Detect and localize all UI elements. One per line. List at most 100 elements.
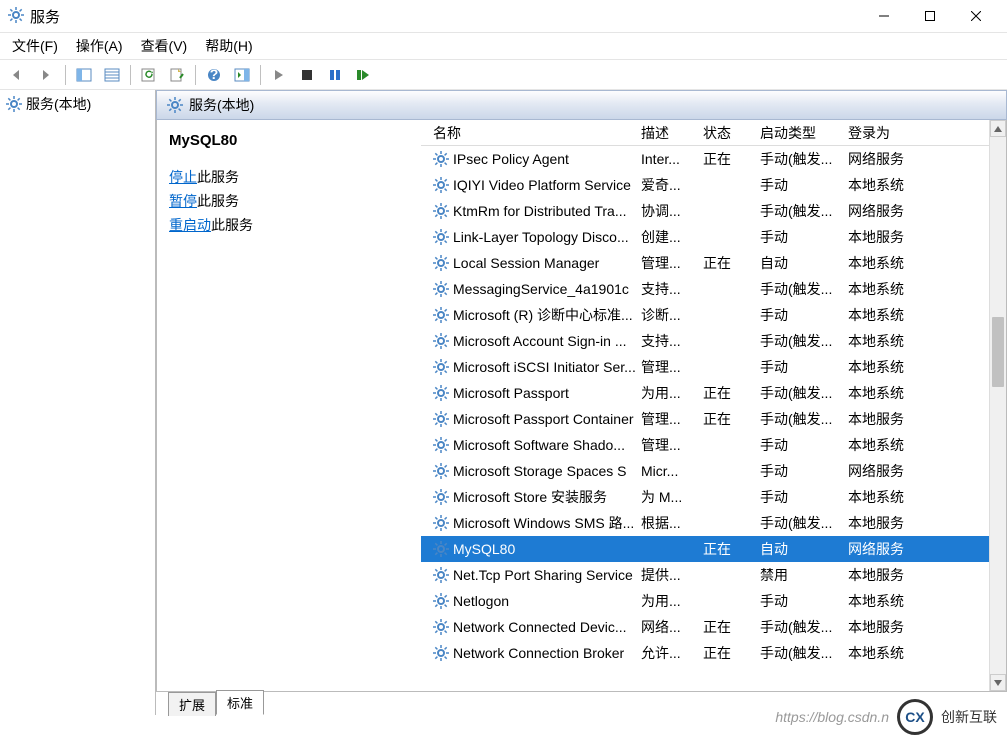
cell-desc: 支持...	[635, 331, 697, 351]
pause-service-button[interactable]	[322, 62, 348, 88]
back-button[interactable]	[6, 62, 32, 88]
grid-header: 名称 描述 状态 启动类型 登录为	[421, 120, 989, 146]
restart-link[interactable]: 重启动	[169, 217, 211, 233]
col-startup[interactable]: 启动类型	[754, 120, 842, 145]
cell-desc: 管理...	[635, 253, 697, 273]
cell-status: 正在	[697, 383, 754, 403]
gear-icon	[433, 177, 449, 193]
cell-startup: 手动	[754, 305, 842, 325]
cell-desc: 创建...	[635, 227, 697, 247]
properties-button[interactable]	[164, 62, 190, 88]
cell-name: IPsec Policy Agent	[453, 151, 569, 167]
menu-file[interactable]: 文件(F)	[12, 36, 58, 56]
cell-logon: 本地系统	[842, 487, 922, 507]
service-row[interactable]: Net.Tcp Port Sharing Service提供...禁用本地服务	[421, 562, 989, 588]
scroll-track[interactable]	[990, 137, 1006, 674]
col-status[interactable]: 状态	[697, 120, 754, 145]
restart-service-button[interactable]	[350, 62, 376, 88]
tab-extended[interactable]: 扩展	[168, 692, 216, 716]
gear-icon	[433, 229, 449, 245]
gear-icon	[433, 203, 449, 219]
gear-icon	[433, 359, 449, 375]
service-row[interactable]: IQIYI Video Platform Service爱奇...手动本地系统	[421, 172, 989, 198]
service-row[interactable]: Network Connection Broker允许...正在手动(触发...…	[421, 640, 989, 666]
menu-help[interactable]: 帮助(H)	[205, 36, 252, 56]
service-row[interactable]: Microsoft Account Sign-in ...支持...手动(触发.…	[421, 328, 989, 354]
refresh-button[interactable]	[136, 62, 162, 88]
col-logon[interactable]: 登录为	[842, 120, 922, 145]
service-row[interactable]: Microsoft Software Shado...管理...手动本地系统	[421, 432, 989, 458]
cell-status: 正在	[697, 409, 754, 429]
service-row[interactable]: Link-Layer Topology Disco...创建...手动本地服务	[421, 224, 989, 250]
cell-status: 正在	[697, 149, 754, 169]
cell-startup: 手动	[754, 487, 842, 507]
pause-link[interactable]: 暂停	[169, 193, 197, 209]
main-area: 服务(本地) 服务(本地) MySQL80 停止此服务 暂停此服务 重启动此服务…	[0, 90, 1007, 715]
scroll-thumb[interactable]	[992, 317, 1004, 387]
titlebar: 服务	[0, 0, 1007, 32]
cell-startup: 手动(触发...	[754, 513, 842, 533]
start-service-button[interactable]	[266, 62, 292, 88]
cell-logon: 本地系统	[842, 643, 922, 663]
gear-icon	[433, 619, 449, 635]
stop-link[interactable]: 停止	[169, 169, 197, 185]
service-row[interactable]: MySQL80正在自动网络服务	[421, 536, 989, 562]
cell-startup: 手动	[754, 357, 842, 377]
gear-icon	[433, 307, 449, 323]
cell-desc: 爱奇...	[635, 175, 697, 195]
cell-logon: 本地系统	[842, 279, 922, 299]
service-row[interactable]: Netlogon为用...手动本地系统	[421, 588, 989, 614]
cell-logon: 本地系统	[842, 305, 922, 325]
grid-body[interactable]: IPsec Policy AgentInter...正在手动(触发...网络服务…	[421, 146, 989, 691]
service-row[interactable]: Microsoft Windows SMS 路...根据...手动(触发...本…	[421, 510, 989, 536]
menu-view[interactable]: 查看(V)	[141, 36, 188, 56]
forward-button[interactable]	[34, 62, 60, 88]
service-row[interactable]: Microsoft (R) 诊断中心标准...诊断...手动本地系统	[421, 302, 989, 328]
service-row[interactable]: IPsec Policy AgentInter...正在手动(触发...网络服务	[421, 146, 989, 172]
cell-name: Microsoft Software Shado...	[453, 437, 625, 453]
maximize-button[interactable]	[907, 0, 953, 32]
content-header: 服务(本地)	[156, 90, 1007, 120]
service-row[interactable]: Microsoft Passport Container管理...正在手动(触发…	[421, 406, 989, 432]
export-list-button[interactable]	[99, 62, 125, 88]
cell-desc: 为用...	[635, 383, 697, 403]
cell-name: Link-Layer Topology Disco...	[453, 229, 629, 245]
cell-startup: 手动(触发...	[754, 149, 842, 169]
service-row[interactable]: Microsoft Store 安装服务为 M...手动本地系统	[421, 484, 989, 510]
help-button[interactable]: ?	[201, 62, 227, 88]
service-row[interactable]: Local Session Manager管理...正在自动本地系统	[421, 250, 989, 276]
action-pane-button[interactable]	[229, 62, 255, 88]
minimize-button[interactable]	[861, 0, 907, 32]
service-row[interactable]: Microsoft Storage Spaces SMicr...手动网络服务	[421, 458, 989, 484]
cell-startup: 手动(触发...	[754, 643, 842, 663]
col-desc[interactable]: 描述	[635, 120, 697, 145]
stop-service-button[interactable]	[294, 62, 320, 88]
nav-root-item[interactable]: 服务(本地)	[0, 90, 155, 118]
menu-action[interactable]: 操作(A)	[76, 36, 123, 56]
cell-name: Microsoft Passport	[453, 385, 569, 401]
cell-startup: 手动(触发...	[754, 279, 842, 299]
show-hide-tree-button[interactable]	[71, 62, 97, 88]
cell-name: IQIYI Video Platform Service	[453, 177, 631, 193]
cell-logon: 本地服务	[842, 227, 922, 247]
scroll-up-icon[interactable]	[990, 120, 1006, 137]
col-name[interactable]: 名称	[427, 123, 461, 143]
cell-desc: 网络...	[635, 617, 697, 637]
gear-icon	[433, 463, 449, 479]
scrollbar[interactable]	[989, 120, 1006, 691]
service-row[interactable]: MessagingService_4a1901c支持...手动(触发...本地系…	[421, 276, 989, 302]
tab-standard[interactable]: 标准	[216, 690, 264, 715]
close-button[interactable]	[953, 0, 999, 32]
gear-icon	[433, 255, 449, 271]
cell-name: Microsoft Account Sign-in ...	[453, 333, 627, 349]
separator	[130, 65, 131, 85]
scroll-down-icon[interactable]	[990, 674, 1006, 691]
service-row[interactable]: Microsoft Passport为用...正在手动(触发...本地系统	[421, 380, 989, 406]
cell-desc: 支持...	[635, 279, 697, 299]
service-row[interactable]: Network Connected Devic...网络...正在手动(触发..…	[421, 614, 989, 640]
cell-desc: 为 M...	[635, 487, 697, 507]
service-row[interactable]: Microsoft iSCSI Initiator Ser...管理...手动本…	[421, 354, 989, 380]
menubar: 文件(F) 操作(A) 查看(V) 帮助(H)	[0, 32, 1007, 60]
service-row[interactable]: KtmRm for Distributed Tra...协调...手动(触发..…	[421, 198, 989, 224]
separator	[260, 65, 261, 85]
